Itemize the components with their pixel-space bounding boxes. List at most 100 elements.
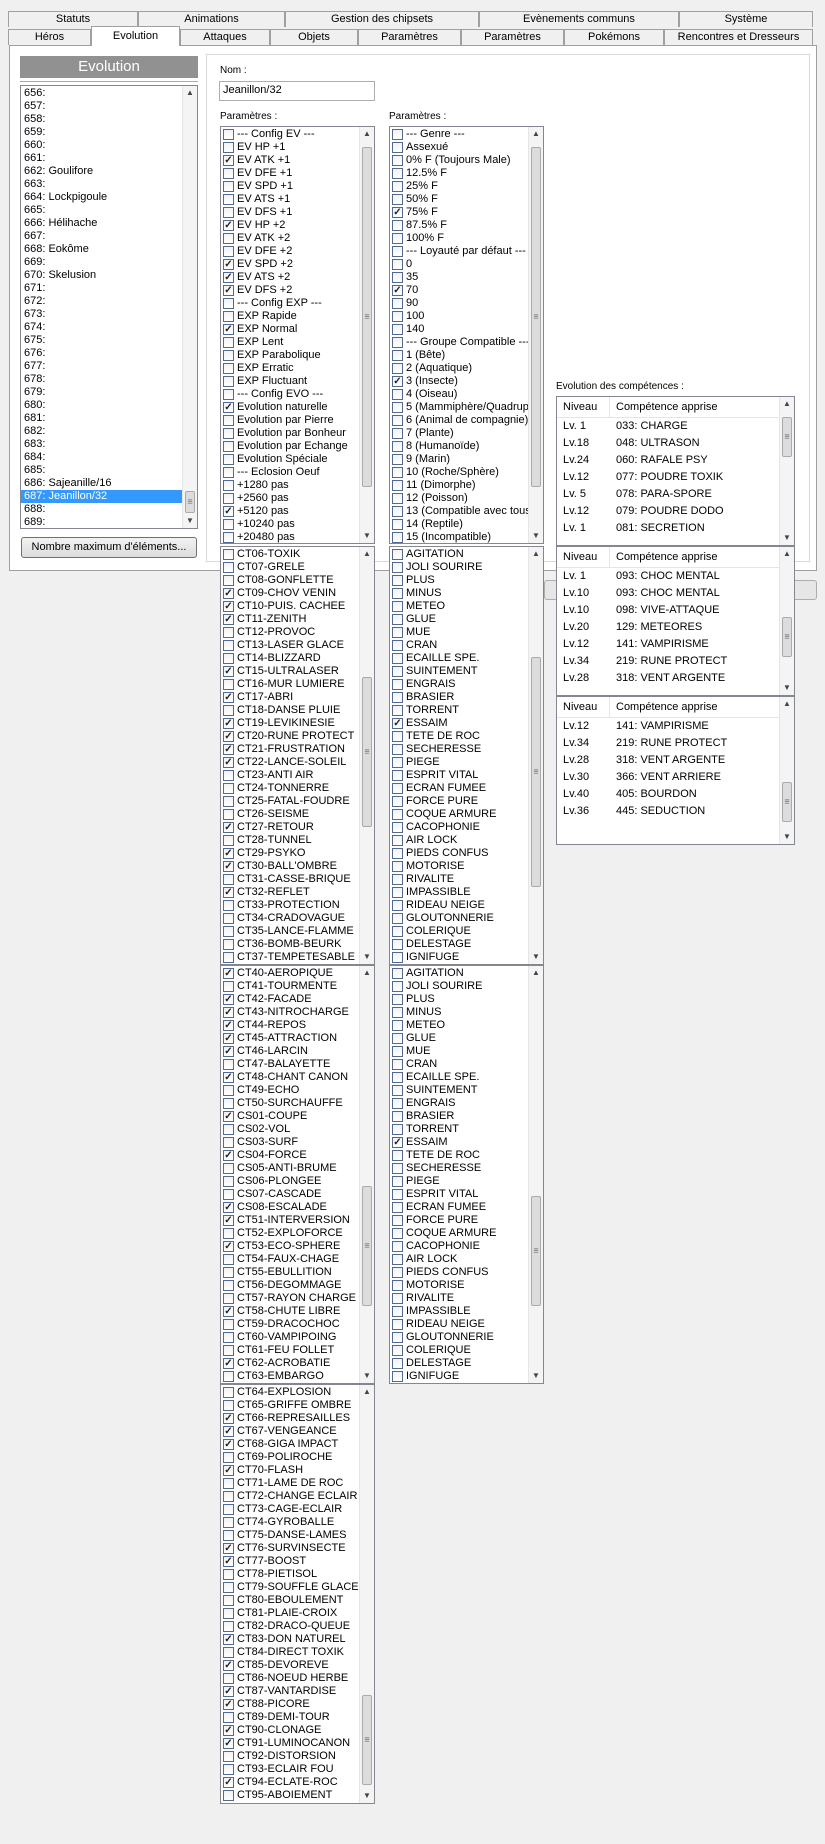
checkbox-item[interactable]: PLUS [390,574,528,587]
checkbox[interactable] [223,1751,234,1762]
checkmark-icon[interactable] [223,968,234,979]
checkbox-item[interactable]: 2 (Aquatique) [390,362,528,375]
checkmark-icon[interactable] [223,1007,234,1018]
checkbox-item[interactable]: SUINTEMENT [390,1084,528,1097]
checkbox[interactable] [392,653,403,664]
checkbox[interactable] [223,1293,234,1304]
checkbox-item[interactable]: 12.5% F [390,167,528,180]
checkbox[interactable] [392,454,403,465]
table-row[interactable]: Lv.20 129: METEORES [557,619,779,636]
checkbox[interactable] [392,1085,403,1096]
checkbox[interactable] [223,233,234,244]
skills-table-2-scrollbar[interactable]: ▲▼ [779,547,794,695]
checkmark-icon[interactable] [223,1150,234,1161]
checkmark-icon[interactable] [223,1634,234,1645]
checkbox[interactable] [223,770,234,781]
table-row[interactable]: Lv.12 077: POUDRE TOXIK [557,469,779,486]
checkbox[interactable] [392,588,403,599]
checkbox[interactable] [223,1491,234,1502]
checkbox-item[interactable]: PLUS [390,993,528,1006]
checkbox[interactable] [223,1569,234,1580]
checkbox-item[interactable]: CT46-LARCIN [221,1045,359,1058]
checkbox-item[interactable]: CT72-CHANGE ECLAIR [221,1490,359,1503]
checkbox-item[interactable]: CT57-RAYON CHARGE [221,1292,359,1305]
checkbox-item[interactable]: 100% F [390,232,528,245]
checkmark-icon[interactable] [392,207,403,218]
checkbox[interactable] [223,1137,234,1148]
checkbox-item[interactable]: CS07-CASCADE [221,1188,359,1201]
checkbox-item[interactable]: CT77-BOOST [221,1555,359,1568]
checkbox-item[interactable]: EXP Lent [221,336,359,349]
checkbox-item[interactable]: Evolution naturelle [221,401,359,414]
checkmark-icon[interactable] [223,285,234,296]
checkbox-item[interactable]: 100 [390,310,528,323]
checkbox-item[interactable]: CT08-GONFLETTE [221,574,359,587]
tab-heros[interactable]: Héros [8,29,91,45]
checkbox[interactable] [392,1215,403,1226]
checkbox[interactable] [392,441,403,452]
checkmark-icon[interactable] [223,1202,234,1213]
checkbox[interactable] [223,705,234,716]
checkbox-item[interactable]: CT91-LUMINOCANON [221,1737,359,1750]
checkbox[interactable] [223,389,234,400]
checkbox[interactable] [223,1478,234,1489]
checkbox-item[interactable]: CT09-CHOV VENIN [221,587,359,600]
checkbox[interactable] [392,142,403,153]
checkbox-item[interactable]: CT35-LANCE-FLAMME [221,925,359,938]
table-row[interactable]: Lv.24 060: RAFALE PSY [557,452,779,469]
checkbox-item[interactable]: EXP Rapide [221,310,359,323]
checkbox[interactable] [223,311,234,322]
scroll-down-arrow-icon[interactable]: ▼ [529,950,543,964]
checkbox-item[interactable]: CT80-EBOULEMENT [221,1594,359,1607]
checkbox[interactable] [392,155,403,166]
checkbox[interactable] [223,1228,234,1239]
checkbox-item[interactable]: +5120 pas [221,505,359,518]
checkbox[interactable] [392,952,403,963]
checkbox[interactable] [392,1267,403,1278]
checkbox-item[interactable]: CT85-DEVOREVE [221,1659,359,1672]
checkbox-item[interactable]: EXP Erratic [221,362,359,375]
checkbox-item[interactable]: TORRENT [390,1123,528,1136]
checkbox-item[interactable]: JOLI SOURIRE [390,980,528,993]
checkbox[interactable] [392,968,403,979]
checkbox-item[interactable]: CT89-DEMI-TOUR [221,1711,359,1724]
checkbox[interactable] [392,1241,403,1252]
checkmark-icon[interactable] [223,1046,234,1057]
checkbox-item[interactable]: CT06-TOXIK [221,548,359,561]
checkmark-icon[interactable] [223,994,234,1005]
checkmark-icon[interactable] [223,1686,234,1697]
checkbox[interactable] [223,835,234,846]
checkbox[interactable] [392,1228,403,1239]
checkbox-item[interactable]: SUINTEMENT [390,665,528,678]
checkbox-item[interactable]: ESSAIM [390,717,528,730]
table-row[interactable]: Lv. 1 093: CHOC MENTAL [557,568,779,585]
scroll-thumb[interactable] [531,657,541,887]
checkbox-item[interactable]: 14 (Reptile) [390,518,528,531]
scroll-thumb[interactable] [782,782,792,822]
checkbox-item[interactable]: CT29-PSYKO [221,847,359,860]
checkbox-item[interactable]: 6 (Animal de compagnie) [390,414,528,427]
checkbox-item[interactable]: CT60-VAMPIPOING [221,1331,359,1344]
checkbox[interactable] [392,1033,403,1044]
checkbox-item[interactable]: IMPASSIBLE [390,886,528,899]
checkbox[interactable] [392,926,403,937]
checkbox[interactable] [223,1764,234,1775]
checkbox-item[interactable]: CT27-RETOUR [221,821,359,834]
checkbox-item[interactable]: CT36-BOMB-BEURK [221,938,359,951]
checkbox[interactable] [223,913,234,924]
checkbox[interactable] [223,1098,234,1109]
checkbox-item[interactable]: CT32-REFLET [221,886,359,899]
checkbox[interactable] [223,1452,234,1463]
checkbox-item[interactable]: CT47-BALAYETTE [221,1058,359,1071]
checkbox[interactable] [392,601,403,612]
checkbox-item[interactable]: CT48-CHANT CANON [221,1071,359,1084]
checkbox[interactable] [223,1254,234,1265]
table-row[interactable]: Lv.12 141: VAMPIRISME [557,718,779,735]
checkbox-item[interactable]: CT79-SOUFFLE GLACE [221,1581,359,1594]
checkbox-item[interactable]: CT28-TUNNEL [221,834,359,847]
checkbox[interactable] [392,1176,403,1187]
checkbox-item[interactable]: CS03-SURF [221,1136,359,1149]
checkbox[interactable] [392,562,403,573]
checkbox[interactable] [392,1059,403,1070]
checkbox-item[interactable]: 75% F [390,206,528,219]
